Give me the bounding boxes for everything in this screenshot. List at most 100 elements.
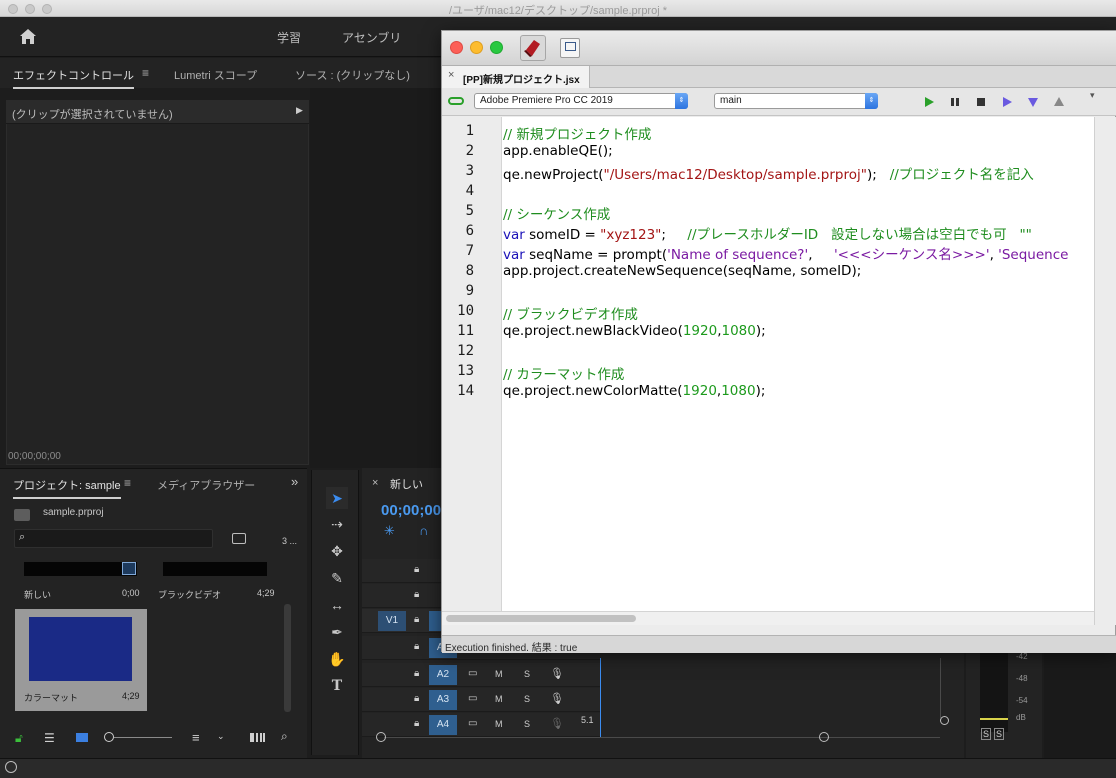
sync-lock-icon[interactable]: ▭ xyxy=(468,693,477,704)
editor-vertical-scrollbar[interactable] xyxy=(1094,117,1116,625)
panel-overflow-icon[interactable]: » xyxy=(291,474,298,489)
code-line-11: qe.project.newBlackVideo(1920,1080); xyxy=(503,323,766,339)
step-over-icon[interactable] xyxy=(1000,95,1014,109)
function-value: main xyxy=(720,95,742,106)
link-icon[interactable] xyxy=(448,97,464,105)
horizontal-scroll-thumb[interactable] xyxy=(446,615,636,622)
selection-tool-icon[interactable]: ➤ xyxy=(326,487,348,509)
track-label-a4[interactable]: A4 xyxy=(429,715,457,735)
creative-cloud-icon[interactable] xyxy=(5,761,17,773)
track-select-tool-icon[interactable]: ⇢ xyxy=(326,513,348,535)
vscroll-handle[interactable] xyxy=(940,716,949,725)
zoom-button[interactable] xyxy=(490,41,503,54)
step-out-icon[interactable] xyxy=(1052,95,1066,109)
tools-panel: ➤ ⇢ ✥ ✎ ↔ ✒ ✋ T xyxy=(311,470,359,755)
run-icon[interactable] xyxy=(922,95,936,109)
timeline-vscroll[interactable] xyxy=(940,658,941,718)
hscroll-left-handle[interactable] xyxy=(376,732,386,742)
chevron-down-icon[interactable]: ⌄ xyxy=(217,731,225,742)
lock-icon[interactable]: 🔒︎ xyxy=(414,668,419,679)
close-button[interactable] xyxy=(450,41,463,54)
track-label-a3[interactable]: A3 xyxy=(429,690,457,710)
lock-icon[interactable]: 🔓︎ xyxy=(15,731,23,746)
list-view-icon[interactable]: ☰ xyxy=(44,731,55,745)
hand-tool-icon[interactable]: ✋ xyxy=(326,648,348,670)
home-icon[interactable] xyxy=(19,28,37,45)
sync-lock-icon[interactable]: ▭ xyxy=(468,668,477,679)
toolbar-overflow-icon[interactable]: ▾ xyxy=(1090,90,1095,101)
pause-icon[interactable] xyxy=(948,95,962,109)
playhead-line[interactable] xyxy=(600,658,601,738)
track-label-a2[interactable]: A2 xyxy=(429,665,457,685)
hscroll-right-handle[interactable] xyxy=(819,732,829,742)
code-text: ); xyxy=(755,323,766,339)
solo-button[interactable]: S xyxy=(524,669,530,679)
zoom-slider-handle[interactable] xyxy=(104,732,114,742)
code-text: qe.newProject( xyxy=(503,167,604,183)
target-app-dropdown[interactable]: Adobe Premiere Pro CC 2019 ⇕ xyxy=(474,93,688,109)
mute-button[interactable]: M xyxy=(495,669,503,679)
voiceover-mic-icon[interactable]: 🎙︎ xyxy=(550,692,564,705)
close-tab-icon[interactable]: × xyxy=(448,69,454,81)
stop-icon[interactable] xyxy=(974,95,988,109)
new-bin-icon[interactable] xyxy=(232,533,246,544)
find-icon[interactable]: ⌕ xyxy=(281,729,288,744)
solo-button[interactable]: S xyxy=(524,694,530,704)
line-number: 10 xyxy=(457,303,474,319)
thumb-black-video[interactable] xyxy=(163,562,267,576)
tab-lumetri-scopes[interactable]: Lumetri スコープ xyxy=(174,67,257,83)
screen: /ユーザ/mac12/デスクトップ/sample.prproj * 学習 アセン… xyxy=(0,0,1116,778)
timeline-hscroll[interactable] xyxy=(384,737,940,738)
pen-tool-icon[interactable]: ✒ xyxy=(326,621,348,643)
lock-icon[interactable]: 🔒︎ xyxy=(414,589,419,600)
ripple-edit-tool-icon[interactable]: ✥ xyxy=(326,540,348,562)
tab-project[interactable]: プロジェクト: sample xyxy=(13,477,121,499)
meter-scale-42: -42 xyxy=(1016,652,1028,661)
target-window-icon[interactable] xyxy=(560,38,580,58)
workspace-learning[interactable]: 学習 xyxy=(277,29,301,46)
minimize-button[interactable] xyxy=(470,41,483,54)
lock-icon[interactable]: 🔒︎ xyxy=(414,564,419,575)
workspace-assembly[interactable]: アセンブリ xyxy=(342,29,401,46)
icon-view-icon[interactable] xyxy=(76,733,88,742)
panel-menu-icon[interactable]: ≡ xyxy=(124,476,131,490)
sequence-timecode[interactable]: 00;00;00 xyxy=(381,502,441,519)
solo-right-button[interactable]: S xyxy=(994,728,1004,740)
project-search-input[interactable]: ⌕ xyxy=(14,529,213,548)
mute-button[interactable]: M xyxy=(495,719,503,729)
code-keyword: var xyxy=(503,227,525,243)
estk-app-button[interactable] xyxy=(520,35,546,61)
tab-media-browser[interactable]: メディアブラウザー xyxy=(157,477,255,493)
panel-menu-icon[interactable]: ≡ xyxy=(142,66,149,80)
source-patch-v1[interactable]: V1 xyxy=(378,611,406,631)
snap-icon[interactable]: ✳ xyxy=(384,523,395,539)
tab-sequence[interactable]: 新しい xyxy=(390,476,423,492)
tab-source[interactable]: ソース : (クリップなし) xyxy=(295,67,410,83)
voiceover-mic-icon[interactable]: 🎙︎ xyxy=(550,717,564,730)
lock-icon[interactable]: 🔒︎ xyxy=(414,718,419,729)
sync-lock-icon[interactable]: ▭ xyxy=(468,718,477,729)
voiceover-mic-icon[interactable]: 🎙︎ xyxy=(550,667,564,680)
type-tool-icon[interactable]: T xyxy=(326,675,348,697)
slip-tool-icon[interactable]: ↔ xyxy=(326,594,348,616)
tab-effect-controls[interactable]: エフェクトコントロール xyxy=(13,67,134,89)
close-sequence-icon[interactable]: × xyxy=(372,477,378,489)
automate-icon[interactable] xyxy=(250,733,265,742)
play-triangle-icon[interactable]: ▶ xyxy=(296,105,303,116)
document-tab[interactable]: × [PP]新規プロジェクト.jsx xyxy=(442,66,590,88)
lock-icon[interactable]: 🔒︎ xyxy=(414,641,419,652)
lock-icon[interactable]: 🔒︎ xyxy=(414,614,419,625)
lock-icon[interactable]: 🔒︎ xyxy=(414,693,419,704)
function-dropdown[interactable]: main ⇕ xyxy=(714,93,878,109)
razor-tool-icon[interactable]: ✎ xyxy=(326,567,348,589)
solo-button[interactable]: S xyxy=(524,719,530,729)
sort-icon[interactable]: ≡ xyxy=(192,730,200,745)
line-number: 12 xyxy=(457,343,474,359)
zoom-slider-track[interactable] xyxy=(114,737,172,738)
step-into-icon[interactable] xyxy=(1026,95,1040,109)
project-scrollbar[interactable] xyxy=(284,604,291,712)
thumb-sequence[interactable] xyxy=(24,562,137,576)
linked-selection-icon[interactable]: ∩ xyxy=(419,523,428,538)
mute-button[interactable]: M xyxy=(495,694,503,704)
solo-left-button[interactable]: S xyxy=(981,728,991,740)
